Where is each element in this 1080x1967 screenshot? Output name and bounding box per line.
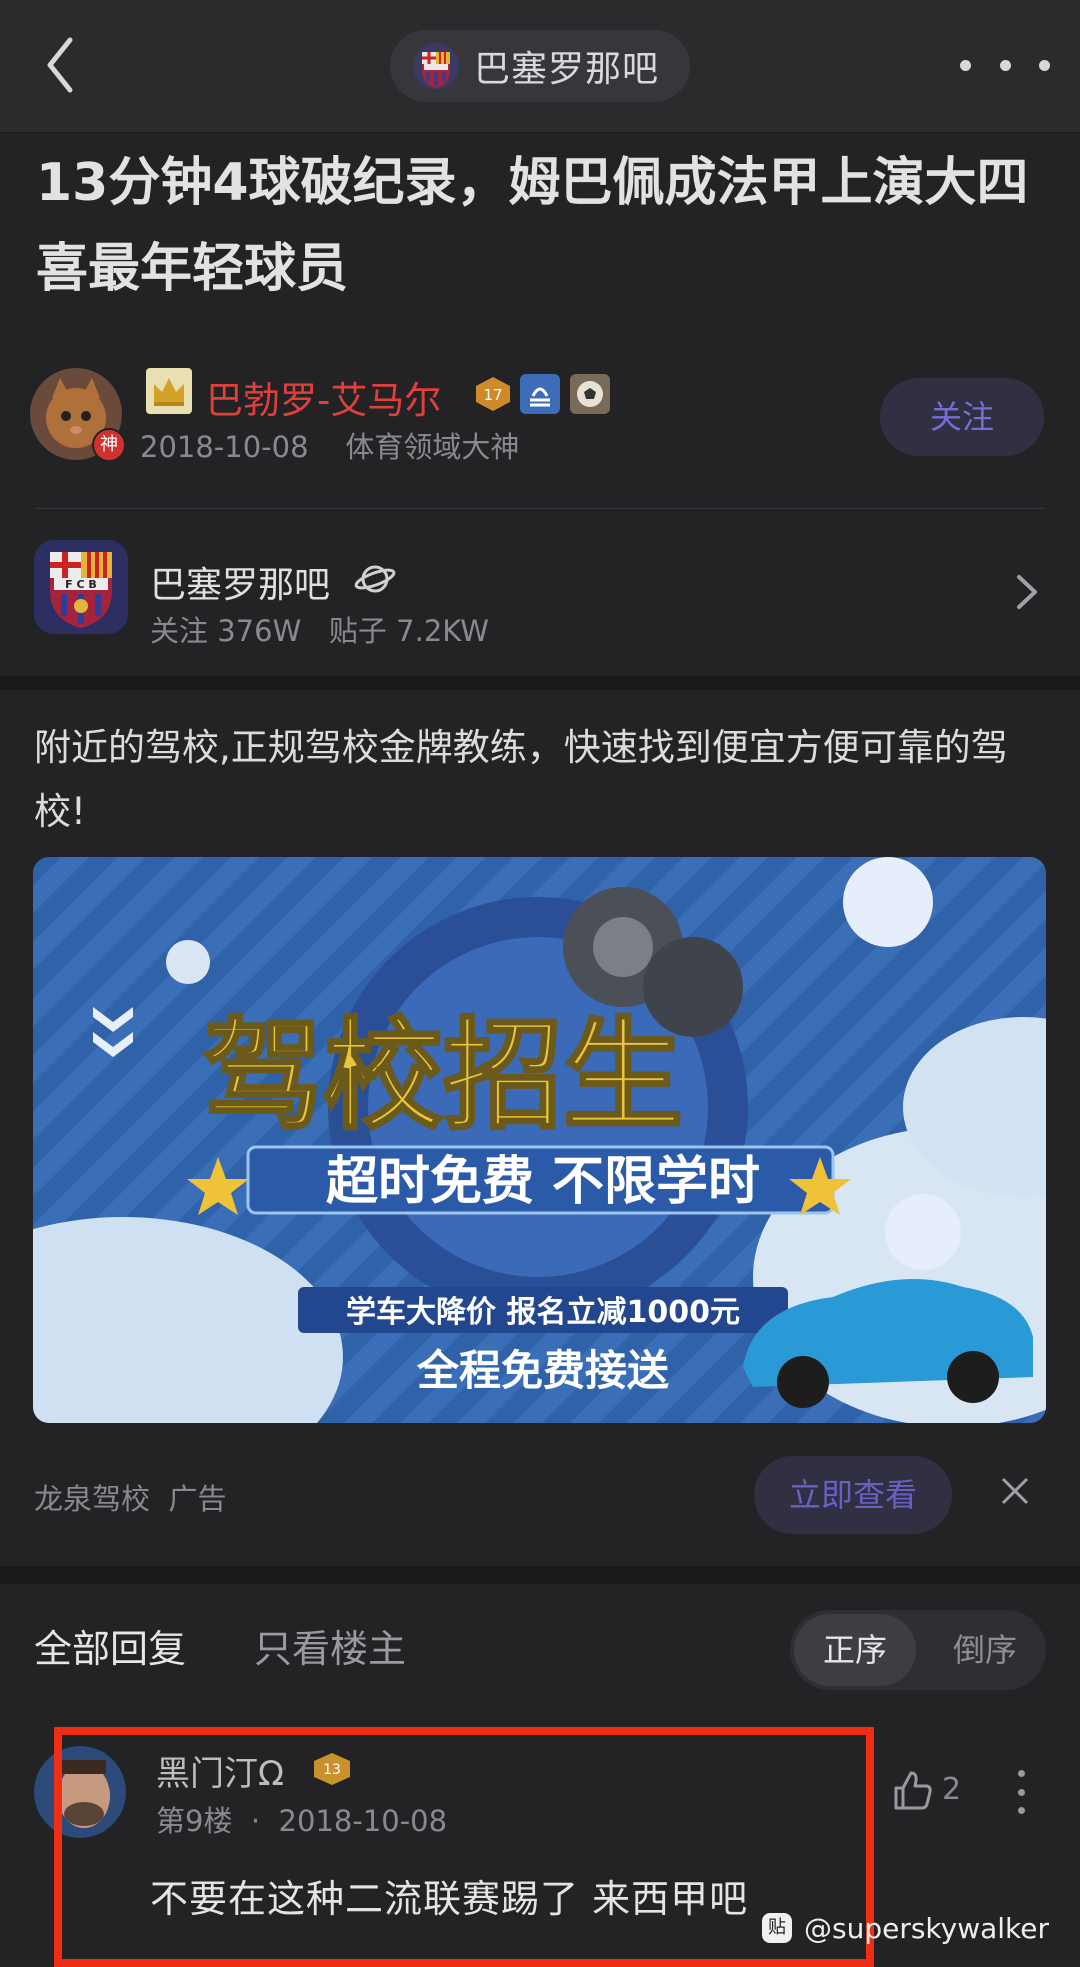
tab-owner-only[interactable]: 只看楼主 [254, 1618, 406, 1673]
like-count: 2 [942, 1772, 962, 1807]
ad-text[interactable]: 附近的驾校,正规驾校金牌教练，快速找到便宜方便可靠的驾校! [34, 716, 1046, 844]
post-date: 2018-10-08 [140, 430, 309, 464]
forum-logo[interactable]: F C B [34, 540, 128, 634]
posts-label: 贴子 [328, 614, 387, 648]
ad-source: 龙泉驾校 广告 [34, 1476, 226, 1518]
tieba-logo-icon: 贴 [762, 1913, 792, 1943]
followers-label: 关注 [150, 614, 209, 648]
driving-school-banner: 驾校招生 超时免费 不限学时 学车大降价 报名立减1000元 全程免费接送 [33, 857, 1046, 1423]
thumbs-up-icon[interactable] [890, 1768, 934, 1812]
planet-orbit-icon [354, 565, 396, 593]
forum-title-chip[interactable]: 巴塞罗那吧 [390, 30, 690, 102]
divider [36, 508, 1044, 509]
ad-banner-image[interactable]: 驾校招生 超时免费 不限学时 学车大降价 报名立减1000元 全程免费接送 [33, 857, 1046, 1423]
banner-slogan: 超时免费 不限学时 [326, 1152, 760, 1212]
post-title: 13分钟4球破纪录，姆巴佩成法甲上演大四喜最年轻球员 [36, 153, 1029, 299]
libra-zodiac-icon [520, 374, 560, 414]
svg-text:17: 17 [483, 386, 502, 404]
chevron-left-icon [47, 37, 73, 93]
banner-footer: 全程免费接送 [416, 1346, 669, 1395]
football-badge-icon [570, 374, 610, 414]
crown-badge-icon [146, 368, 192, 414]
follow-button[interactable]: 关注 [880, 378, 1044, 456]
level-badge-icon: 17 [476, 377, 510, 411]
author-honor: 体育领域大神 [345, 430, 520, 464]
sort-descending-button[interactable]: 倒序 [930, 1614, 1040, 1686]
forum-name[interactable]: 巴塞罗那吧 [150, 556, 330, 608]
tab-all-replies[interactable]: 全部回复 [34, 1618, 186, 1673]
banner-promo: 学车大降价 报名立减1000元 [346, 1295, 740, 1330]
dot-icon [999, 59, 1011, 71]
section-separator [0, 676, 1080, 690]
advertiser-name: 龙泉驾校 [34, 1482, 151, 1516]
dot-icon [1017, 1788, 1025, 1796]
sort-ascending-button[interactable]: 正序 [794, 1614, 916, 1686]
more-options-button[interactable] [960, 48, 1050, 82]
barcelona-crest-icon: F C B [34, 540, 128, 634]
dot-icon [1017, 1770, 1025, 1777]
watermark-handle: @superskywalker [804, 1911, 1050, 1945]
god-badge: 神 [92, 428, 126, 462]
reply-more-button[interactable] [1014, 1770, 1028, 1814]
svg-text:F C B: F C B [65, 578, 97, 591]
section-separator [0, 1566, 1080, 1584]
view-now-button[interactable]: 立即查看 [754, 1456, 952, 1534]
author-name[interactable]: 巴勃罗-艾马尔 [206, 370, 441, 424]
followers-count: 376W [217, 614, 302, 648]
highlight-annotation-box [54, 1727, 874, 1967]
author-meta: 2018-10-08 体育领域大神 [140, 424, 519, 466]
back-button[interactable] [36, 30, 92, 100]
posts-count: 7.2KW [396, 614, 489, 648]
dot-icon [960, 59, 971, 71]
dot-icon [1017, 1807, 1025, 1814]
forum-stats: 关注 376W 贴子 7.2KW [150, 608, 489, 650]
watermark: 贴 @superskywalker [762, 1908, 1049, 1948]
chevron-right-icon[interactable] [1014, 572, 1040, 612]
ad-label: 广告 [168, 1482, 227, 1516]
barcelona-crest-icon [413, 43, 459, 89]
banner-headline: 驾校招生 [203, 1007, 683, 1146]
dot-icon [1039, 59, 1050, 71]
close-icon[interactable] [998, 1474, 1032, 1508]
forum-title: 巴塞罗那吧 [474, 49, 660, 90]
